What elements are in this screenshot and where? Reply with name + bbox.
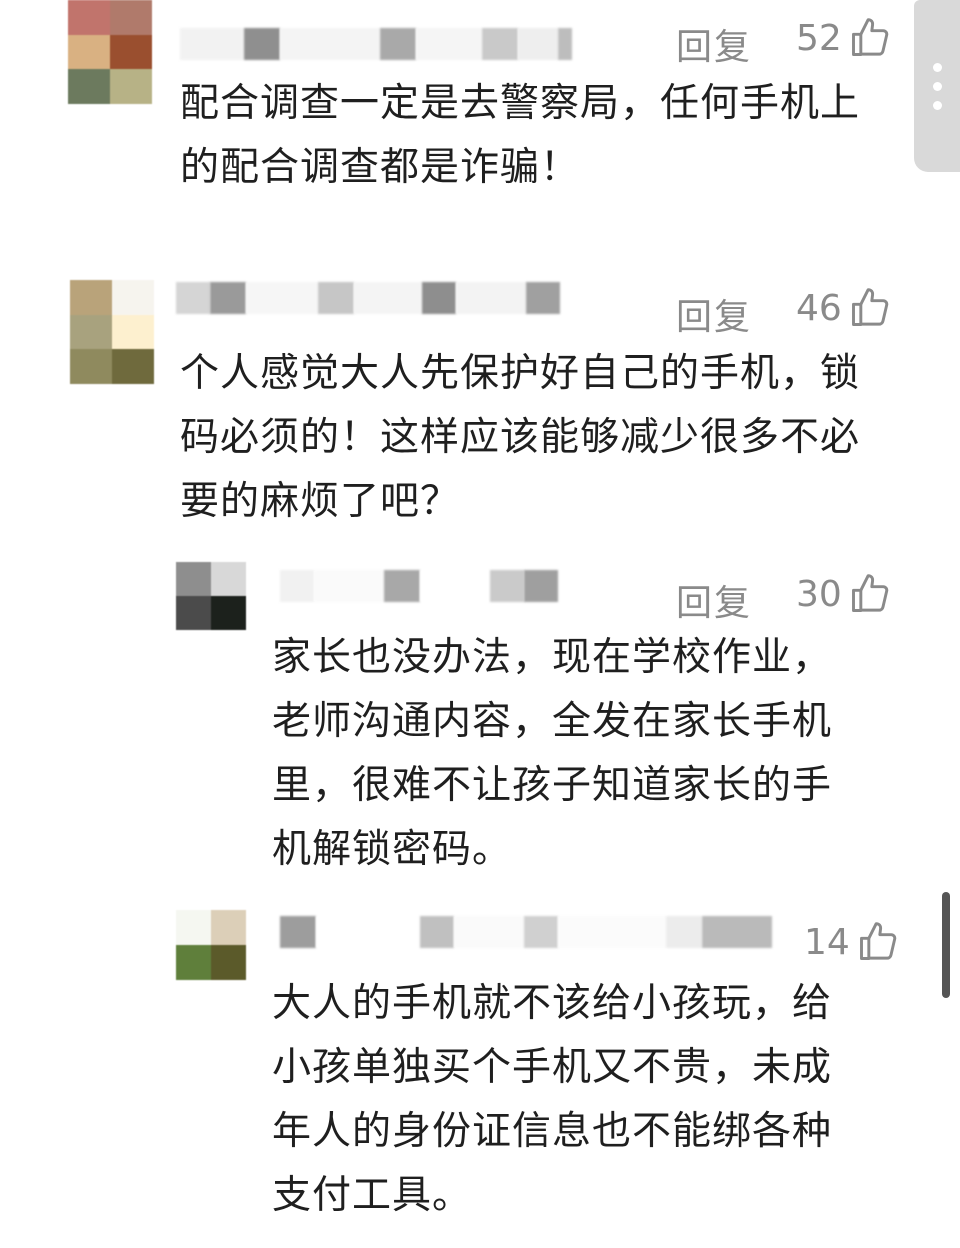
- like-count: 30: [796, 573, 842, 615]
- thumbs-up-icon: [851, 18, 889, 56]
- like-button[interactable]: 14: [804, 920, 900, 964]
- comment-text-line: 的配合调查都是诈骗！: [180, 145, 581, 190]
- comment-text: 配合调查一定是去警察局，任何手机上 的配合调查都是诈骗！: [180, 72, 860, 200]
- username-blurred[interactable]: [280, 568, 558, 604]
- scrollbar[interactable]: [942, 892, 950, 998]
- comment-text-line: 配合调查一定是去警察局，任何手机上: [180, 81, 861, 126]
- thumbs-up-icon: [851, 574, 889, 612]
- comment-text-line: 支付工具。: [272, 1173, 473, 1218]
- comment-item: 回复 46 个人感觉大人先保护好自己的手机，锁 码必须的！这样应该能够减少很多不…: [0, 278, 960, 538]
- comment-text: 家长也没办法，现在学校作业， 老师沟通内容，全发在家长手机 里，很难不让孩子知道…: [272, 626, 832, 882]
- comment-text-line: 家长也没办法，现在学校作业，: [272, 635, 833, 680]
- like-count: 52: [796, 17, 842, 59]
- comment-text-line: 老师沟通内容，全发在家长手机: [272, 699, 833, 744]
- comment-text-line: 年人的身份证信息也不能绑各种: [272, 1109, 833, 1154]
- reply-item: 回复 30 家长也没办法，现在学校作业， 老师沟通内容，全发在家长手机 里，很难…: [0, 562, 960, 882]
- comment-text-line: 要的麻烦了吧？: [180, 479, 461, 524]
- avatar[interactable]: [68, 0, 152, 104]
- like-count: 14: [804, 921, 850, 963]
- like-button[interactable]: 52: [796, 16, 892, 60]
- reply-button[interactable]: 回复: [676, 18, 752, 70]
- username-blurred[interactable]: [176, 280, 560, 316]
- username-blurred[interactable]: [280, 914, 772, 950]
- comment-text-line: 码必须的！这样应该能够减少很多不必: [180, 415, 861, 460]
- like-button[interactable]: 46: [796, 286, 892, 330]
- like-count: 46: [796, 287, 842, 329]
- comment-text-line: 机解锁密码。: [272, 827, 513, 872]
- avatar[interactable]: [176, 910, 246, 980]
- thumbs-up-icon: [851, 288, 889, 326]
- like-button[interactable]: 30: [796, 572, 892, 616]
- comment-text: 个人感觉大人先保护好自己的手机，锁 码必须的！这样应该能够减少很多不必 要的麻烦…: [180, 342, 860, 534]
- reply-button[interactable]: 回复: [676, 574, 752, 626]
- avatar[interactable]: [176, 562, 246, 630]
- reply-item: 14 大人的手机就不该给小孩玩，给 小孩单独买个手机又不贵，未成 年人的身份证信…: [0, 908, 960, 1238]
- comment-text-line: 大人的手机就不该给小孩玩，给: [272, 981, 833, 1026]
- comment-text-line: 里，很难不让孩子知道家长的手: [272, 763, 833, 808]
- comment-text: 大人的手机就不该给小孩玩，给 小孩单独买个手机又不贵，未成 年人的身份证信息也不…: [272, 972, 832, 1228]
- comment-text-line: 小孩单独买个手机又不贵，未成: [272, 1045, 833, 1090]
- avatar[interactable]: [70, 280, 154, 384]
- comment-item: 回复 52 配合调查一定是去警察局，任何手机上 的配合调查都是诈骗！: [0, 0, 960, 240]
- thumbs-up-icon: [859, 922, 897, 960]
- username-blurred[interactable]: [180, 26, 572, 62]
- reply-button[interactable]: 回复: [676, 288, 752, 340]
- comment-text-line: 个人感觉大人先保护好自己的手机，锁: [180, 351, 861, 396]
